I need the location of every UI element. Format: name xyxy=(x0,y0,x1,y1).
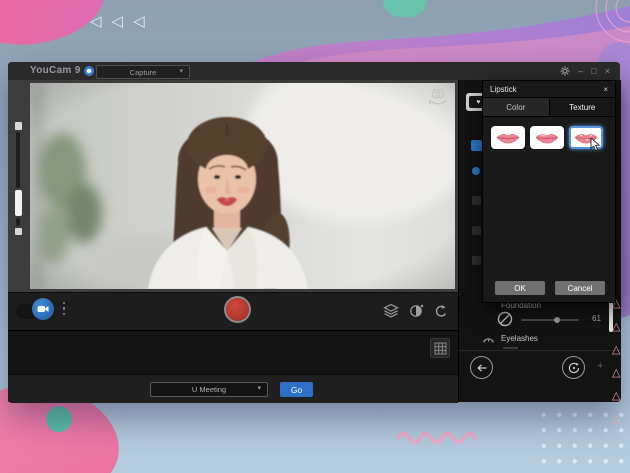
eyelashes-icon xyxy=(482,335,495,345)
capture-mode-dropdown[interactable]: Capture ▾ xyxy=(96,65,190,79)
more-options-button[interactable] xyxy=(63,302,65,315)
panel-tool-icon[interactable] xyxy=(472,256,481,265)
app-title: YouCam 9 xyxy=(30,65,81,76)
none-icon[interactable] xyxy=(497,311,513,327)
zoom-track[interactable] xyxy=(16,132,20,188)
chevron-down-icon: ▾ xyxy=(257,384,261,392)
cursor-icon xyxy=(590,138,601,152)
add-icon[interactable]: + xyxy=(597,360,603,372)
teal-dot-decoration xyxy=(46,406,72,432)
reset-face-button[interactable] xyxy=(562,356,585,379)
lipstick-swatch[interactable] xyxy=(530,126,564,149)
arrow-left-icon xyxy=(476,363,488,373)
beautify-icon[interactable] xyxy=(409,303,424,318)
popup-actions: OK Cancel xyxy=(495,281,605,295)
media-tray xyxy=(8,330,458,375)
maximize-button[interactable]: □ xyxy=(591,66,596,76)
panel-tool-dot-icon[interactable] xyxy=(472,167,480,175)
cancel-button[interactable]: Cancel xyxy=(555,281,605,295)
zoom-out-tick[interactable] xyxy=(15,228,22,235)
video-toolbar xyxy=(8,292,458,331)
minimize-button[interactable]: – xyxy=(578,66,583,76)
settings-gear-icon[interactable] xyxy=(560,66,570,76)
panel-tool-active-icon[interactable] xyxy=(471,140,482,151)
webcam-preview xyxy=(30,83,455,289)
gallery-grid-button[interactable] xyxy=(430,338,450,358)
title-bar: YouCam 9 Capture ▾ – □ × xyxy=(8,62,620,81)
eyelashes-label: Eyelashes xyxy=(501,334,538,343)
foundation-slider[interactable] xyxy=(521,319,579,321)
popup-close-icon[interactable]: × xyxy=(603,85,608,94)
chevron-down-icon: ▾ xyxy=(179,67,183,75)
squiggle-decoration xyxy=(395,425,487,447)
zoom-slider-handle[interactable] xyxy=(15,190,22,216)
lipstick-popup: Lipstick × Color Texture xyxy=(482,80,616,303)
back-button[interactable] xyxy=(470,356,493,379)
webcam-video-frame xyxy=(30,83,455,289)
zoom-in-tick[interactable] xyxy=(15,122,22,130)
foundation-value: 61 xyxy=(592,314,601,323)
grid-icon xyxy=(434,342,447,355)
ok-button[interactable]: OK xyxy=(495,281,545,295)
video-mode-button[interactable] xyxy=(32,298,54,320)
tab-color[interactable]: Color xyxy=(483,98,550,116)
record-button[interactable] xyxy=(224,296,251,323)
camera-switch-icon[interactable] xyxy=(426,87,450,107)
zoom-slider[interactable] xyxy=(13,122,23,235)
foundation-slider-handle[interactable] xyxy=(554,317,560,323)
lipstick-swatch[interactable] xyxy=(569,126,603,149)
go-button[interactable]: Go xyxy=(280,382,313,397)
layers-icon[interactable] xyxy=(383,303,399,318)
popup-title: Lipstick xyxy=(490,85,517,94)
main-area: U Meeting ▾ Go xyxy=(8,80,458,402)
close-button[interactable]: × xyxy=(605,66,610,76)
popup-header: Lipstick × xyxy=(483,81,615,97)
app-logo: YouCam 9 xyxy=(30,65,94,76)
desktop-background: ◁◁◁ △△△△△△ YouCam 9 Capture ▾ xyxy=(0,0,630,473)
lipstick-swatch[interactable] xyxy=(491,126,525,149)
texture-swatches xyxy=(483,117,615,158)
triangles-column-decoration: △△△△△△ xyxy=(612,293,620,431)
youcam-badge-icon xyxy=(84,66,94,76)
tab-texture[interactable]: Texture xyxy=(550,98,616,116)
undo-icon[interactable] xyxy=(434,304,448,318)
video-camera-icon xyxy=(37,305,49,313)
rotate-icon xyxy=(568,362,580,374)
launch-bar: U Meeting ▾ Go xyxy=(8,374,458,403)
popup-tabs: Color Texture xyxy=(483,97,615,117)
triangle-arrows-decoration: ◁◁◁ xyxy=(90,12,155,30)
panel-tool-icon[interactable] xyxy=(472,226,481,235)
app-select-dropdown[interactable]: U Meeting ▾ xyxy=(150,382,268,397)
lips-icon xyxy=(495,130,521,145)
lips-icon xyxy=(534,130,560,145)
panel-tool-icon[interactable] xyxy=(472,196,481,205)
